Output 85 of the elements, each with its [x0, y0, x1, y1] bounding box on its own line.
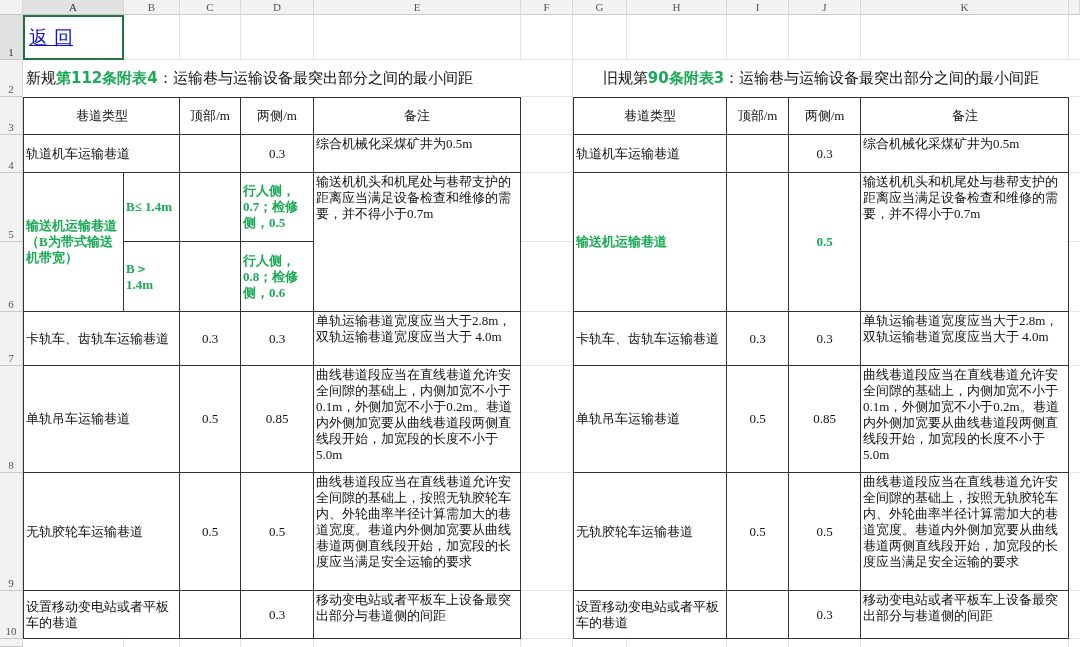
table-cell: 0.3 [241, 591, 314, 639]
column-header[interactable]: I [727, 0, 789, 15]
table-title: 新规第112条附表4：运输巷与运输设备最突出部分之间的最小间距 [26, 69, 473, 88]
table-cell: 曲线巷道段应当在直线巷道允许安全间隙的基础上，按照无轨胶轮车内、外轮曲率半径计算需加大的巷道宽度。巷道内外侧加宽要从曲线巷道两侧直线段开始，加宽段的长度应当满足安全运输的要求 [861, 473, 1069, 591]
header-cell: 备注 [314, 97, 521, 135]
table-cell: 卡轨车、齿轨车运输巷道 [573, 312, 727, 366]
table-cell: B＞ 1.4m [124, 242, 180, 312]
table-title: 旧规第90条附表3：运输巷与运输设备最突出部分之间的最小间距 [602, 69, 1040, 88]
header-cell: 备注 [861, 97, 1069, 135]
column-header[interactable]: E [314, 0, 521, 15]
table-cell: 0.5 [727, 366, 789, 473]
table-cell: 单轨吊车运输巷道 [573, 366, 727, 473]
column-header[interactable]: A [23, 0, 124, 15]
table-cell: 单轨吊车运输巷道 [23, 366, 180, 473]
table-cell: 行人侧，0.8；检修侧，0.6 [241, 242, 314, 312]
select-all-corner[interactable] [0, 0, 23, 15]
table-cell: 单轨运输巷道宽度应当大于2.8m，双轨运输巷道宽度应当大于 4.0m [861, 312, 1069, 366]
table-cell: 输送机运输巷道 [573, 173, 727, 312]
table-cell: 设置移动变电站或者平板车的巷道 [573, 591, 727, 639]
row-header[interactable]: 9 [0, 473, 23, 591]
table-cell: 输送机运输巷道（B为带式输送机带宽） [23, 173, 124, 312]
table-cell: 输送机机头和机尾处与巷帮支护的距离应当满足设备检查和维修的需要，并不得小于0.7m [314, 173, 521, 312]
column-header[interactable]: F [521, 0, 573, 15]
table-cell: 0.3 [789, 312, 861, 366]
table-cell: 综合机械化采煤矿井为0.5m [861, 135, 1069, 173]
table-cell: 0.5 [727, 473, 789, 591]
table-cell [180, 591, 241, 639]
column-header[interactable]: B [124, 0, 180, 15]
table-cell [727, 135, 789, 173]
table-cell: B≤ 1.4m [124, 173, 180, 242]
header-cell: 巷道类型 [573, 97, 727, 135]
table-cell: 0.3 [789, 135, 861, 173]
table-cell: 0.3 [241, 312, 314, 366]
header-cell: 两侧/m [789, 97, 861, 135]
row-header[interactable]: 4 [0, 135, 23, 173]
table-cell [180, 242, 241, 312]
table-cell: 0.3 [789, 591, 861, 639]
column-header[interactable]: J [789, 0, 861, 15]
row-header[interactable]: 7 [0, 312, 23, 366]
table-cell [727, 591, 789, 639]
column-header[interactable]: G [573, 0, 627, 15]
table-cell: 输送机机头和机尾处与巷帮支护的距离应当满足设备检查和维修的需要，并不得小于0.7m [861, 173, 1069, 312]
table-cell: 0.5 [241, 473, 314, 591]
table-cell: 曲线巷道段应当在直线巷道允许安全间隙的基础上，内侧加宽不小于0.1m，外侧加宽不小于0.2m。巷道内外侧加宽要从曲线巷道段两侧直线段开始，加宽段的长度不小于5.0m [314, 366, 521, 473]
table-cell: 0.3 [180, 312, 241, 366]
header-cell: 顶部/m [180, 97, 241, 135]
table-cell: 0.85 [241, 366, 314, 473]
table-cell: 综合机械化采煤矿井为0.5m [314, 135, 521, 173]
table-cell [180, 173, 241, 242]
table-cell: 无轨胶轮车运输巷道 [573, 473, 727, 591]
table-cell: 0.5 [180, 473, 241, 591]
table-cell: 0.5 [789, 473, 861, 591]
table-cell: 0.85 [789, 366, 861, 473]
row-header[interactable] [0, 639, 23, 647]
column-header[interactable]: D [241, 0, 314, 15]
table-cell: 轨道机车运输巷道 [23, 135, 180, 173]
row-header[interactable]: 8 [0, 366, 23, 473]
table-cell: 曲线巷道段应当在直线巷道允许安全间隙的基础上，内侧加宽不小于0.1m，外侧加宽不小于0.2m。巷道内外侧加宽要从曲线巷道段两侧直线段开始，加宽段的长度不小于5.0m [861, 366, 1069, 473]
row-header[interactable]: 10 [0, 591, 23, 639]
row-header[interactable]: 5 [0, 173, 23, 242]
header-cell: 两侧/m [241, 97, 314, 135]
table-cell: 移动变电站或者平板车上设备最突出部分与巷道侧的间距 [861, 591, 1069, 639]
table-cell: 设置移动变电站或者平板车的巷道 [23, 591, 180, 639]
table-cell: 0.3 [727, 312, 789, 366]
table-cell: 0.5 [789, 173, 861, 312]
table-cell [180, 135, 241, 173]
row-header[interactable]: 1 [0, 15, 23, 60]
row-header[interactable]: 3 [0, 97, 23, 135]
column-header[interactable]: C [180, 0, 241, 15]
table-cell: 无轨胶轮车运输巷道 [23, 473, 180, 591]
header-cell: 顶部/m [727, 97, 789, 135]
column-header[interactable]: K [861, 0, 1069, 15]
row-header[interactable]: 2 [0, 60, 23, 97]
row-header[interactable]: 6 [0, 242, 23, 312]
table-cell: 0.5 [180, 366, 241, 473]
table-cell: 移动变电站或者平板车上设备最突出部分与巷道侧的间距 [314, 591, 521, 639]
table-cell: 0.3 [241, 135, 314, 173]
table-cell: 卡轨车、齿轨车运输巷道 [23, 312, 180, 366]
table-cell: 轨道机车运输巷道 [573, 135, 727, 173]
table-cell: 行人侧，0.7；检修侧，0.5 [241, 173, 314, 242]
header-cell: 巷道类型 [23, 97, 180, 135]
table-cell: 单轨运输巷道宽度应当大于2.8m，双轨运输巷道宽度应当大于 4.0m [314, 312, 521, 366]
column-header[interactable] [1069, 0, 1080, 15]
table-cell: 曲线巷道段应当在直线巷道允许安全间隙的基础上，按照无轨胶轮车内、外轮曲率半径计算需加大的巷道宽度。巷道内外侧加宽要从曲线巷道两侧直线段开始，加宽段的长度应当满足安全运输的要求 [314, 473, 521, 591]
column-header[interactable]: H [627, 0, 727, 15]
